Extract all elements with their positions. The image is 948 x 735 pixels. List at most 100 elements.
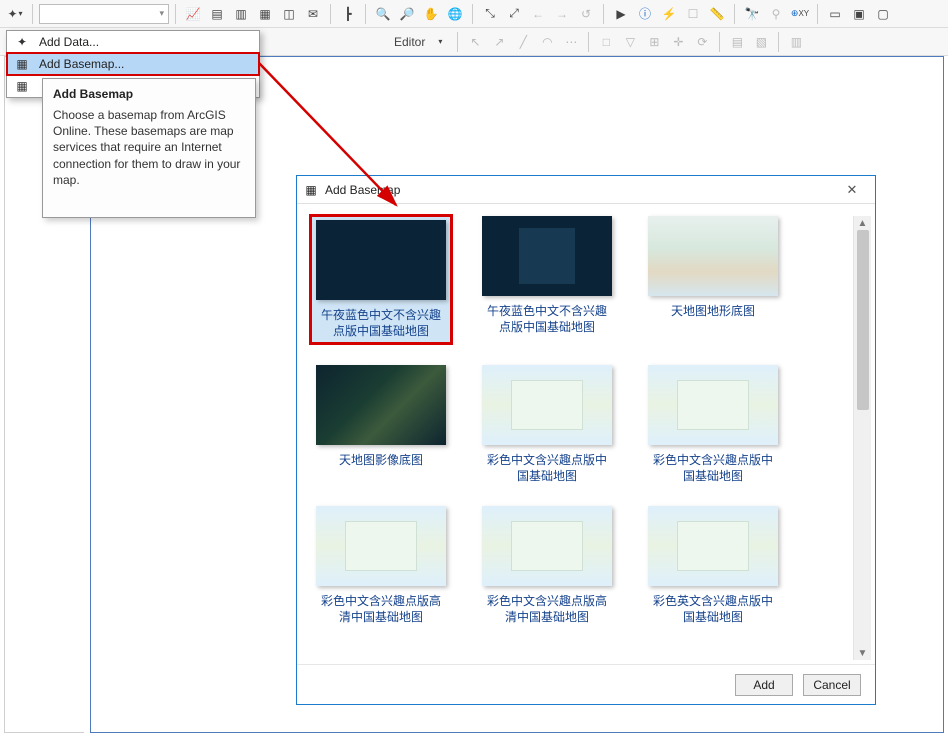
dialog-titlebar[interactable]: ▦ Add Basemap ✕ [297,176,875,204]
goto-xy-icon[interactable]: ⊕XY [789,3,811,25]
basemap-caption: 彩色中文含兴趣点版中国基础地图 [482,453,612,484]
back-extent-icon[interactable]: ← [527,3,549,25]
basemap-card[interactable]: 彩色中文含兴趣点版中国基础地图 [643,365,783,484]
basemap-caption: 午夜蓝色中文不含兴趣点版中国基础地图 [316,308,446,339]
basemap-caption: 天地图地形底图 [648,304,778,320]
basemap-caption: 午夜蓝色中文不含兴趣点版中国基础地图 [482,304,612,335]
toolbar-separator [603,4,604,24]
zoom-full-in-icon[interactable]: ⤡ [479,3,501,25]
editor-dropdown-icon[interactable]: ▾ [429,31,451,53]
scroll-up-icon[interactable]: ▲ [854,216,871,230]
basemap-card[interactable]: 天地图影像底图 [311,365,451,484]
find-route-icon[interactable]: ⚲ [765,3,787,25]
basemap-card[interactable]: 彩色英文含兴趣点版中国基础地图 [643,506,783,625]
cube-icon[interactable]: ◫ [278,3,300,25]
menu-item-label: Add Data... [39,35,99,49]
editor-label: Editor [394,35,425,49]
edit-trace-icon[interactable]: ▽ [619,31,641,53]
basemap-card[interactable]: 午夜蓝色中文不含兴趣点版中国基础地图 [477,216,617,343]
basemap-thumb-icon [648,506,778,586]
basemap-card[interactable]: 午夜蓝色中文不含兴趣点版中国基础地图 [311,216,451,343]
envelope-icon[interactable]: ✉ [302,3,324,25]
chart-icon[interactable]: 📈 [182,3,204,25]
plus-yellow-icon: ✦ [13,35,31,49]
basemap-grid-icon: ▦ [13,57,31,71]
toolbar-separator [175,4,176,24]
toolbar-row-1: ✦▾ ▾ 📈 ▤ ▥ ▦ ◫ ✉ ┣ 🔍 🔎 ✋ 🌐 ⤡ ⤢ ← → ↺ ▶ ⓘ… [0,0,948,28]
add-button[interactable]: Add [735,674,793,696]
basemap-card[interactable]: 彩色中文含兴趣点版中国基础地图 [477,365,617,484]
adddata-split-button[interactable]: ✦▾ [4,3,26,25]
toolbar-separator [588,32,589,52]
cancel-button[interactable]: Cancel [803,674,861,696]
window-new-icon[interactable]: ▣ [848,3,870,25]
edit-segment-icon[interactable]: ↗ [488,31,510,53]
select-arrow-icon[interactable]: ▶ [610,3,632,25]
zoom-in-icon[interactable]: 🔍 [372,3,394,25]
fwd-extent-icon[interactable]: → [551,3,573,25]
gallery-scrollbar[interactable]: ▲ ▼ [853,216,871,660]
basemap-caption: 彩色英文含兴趣点版中国基础地图 [648,594,778,625]
basemap-thumb-icon [316,220,446,300]
edit-sketch-icon[interactable]: ▧ [750,31,772,53]
basemap-thumb-icon [648,365,778,445]
basemap-card[interactable]: 天地图地形底图 [643,216,783,343]
basemap-thumb-icon [316,506,446,586]
toolbar-separator [734,4,735,24]
basemap-card[interactable]: 彩色中文含兴趣点版高清中国基础地图 [311,506,451,625]
basemap-card[interactable]: 彩色中文含兴趣点版高清中国基础地图 [477,506,617,625]
basemap-thumb-icon [482,506,612,586]
table-icon[interactable]: ▦ [254,3,276,25]
measure-icon[interactable]: 📏 [706,3,728,25]
menu-item-add-basemap[interactable]: ▦ Add Basemap... [7,53,259,75]
full-extent-icon[interactable]: 🌐 [444,3,466,25]
hyperlink-icon[interactable]: ⚡ [658,3,680,25]
edit-template-icon[interactable]: ▥ [785,31,807,53]
edit-midpoint-icon[interactable]: ⋯ [560,31,582,53]
graph-icon[interactable]: ┣ [337,3,359,25]
toolbar-separator [817,4,818,24]
edit-arc-icon[interactable]: ◠ [536,31,558,53]
edit-pointer-icon[interactable]: ↖ [464,31,486,53]
dialog-add-basemap: ▦ Add Basemap ✕ 午夜蓝色中文不含兴趣点版中国基础地图 午夜蓝色中… [296,175,876,705]
html-popup-icon[interactable]: ☐ [682,3,704,25]
find-icon[interactable]: 🔭 [741,3,763,25]
scale-combo[interactable]: ▾ [39,4,169,24]
basemap-grid-icon: ▦ [303,182,319,198]
basemap-caption: 彩色中文含兴趣点版高清中国基础地图 [316,594,446,625]
toolbar-separator [472,4,473,24]
menu-item-add-data[interactable]: ✦ Add Data... [7,31,259,53]
edit-vertex-icon[interactable]: ⊞ [643,31,665,53]
basemap-gallery: 午夜蓝色中文不含兴趣点版中国基础地图 午夜蓝色中文不含兴趣点版中国基础地图 天地… [311,216,853,660]
dashboard-icon[interactable]: ▤ [206,3,228,25]
scroll-down-icon[interactable]: ▼ [854,646,871,660]
basemap-caption: 彩色中文含兴趣点版中国基础地图 [648,453,778,484]
edit-rectangle-icon[interactable]: □ [595,31,617,53]
window-mag-icon[interactable]: ▢ [872,3,894,25]
tooltip-add-basemap: Add Basemap Choose a basemap from ArcGIS… [42,78,256,218]
edit-rotate-icon[interactable]: ⟳ [691,31,713,53]
pan-icon[interactable]: ✋ [420,3,442,25]
edit-line-icon[interactable]: ╱ [512,31,534,53]
toolbar-separator [778,32,779,52]
basemap-thumb-icon [316,365,446,445]
toolbar-separator [719,32,720,52]
close-button[interactable]: ✕ [835,179,869,201]
dialog-title: Add Basemap [325,183,400,197]
edit-attr-icon[interactable]: ▤ [726,31,748,53]
basemap-thumb-icon [648,216,778,296]
tooltip-body: Choose a basemap from ArcGIS Online. The… [53,107,245,188]
zoom-out-icon[interactable]: 🔎 [396,3,418,25]
dialog-body: 午夜蓝色中文不含兴趣点版中国基础地图 午夜蓝色中文不含兴趣点版中国基础地图 天地… [297,204,875,664]
time-slider-icon[interactable]: ▭ [824,3,846,25]
basemap-grid-icon: ▦ [13,79,31,93]
layers-icon[interactable]: ▥ [230,3,252,25]
scroll-thumb[interactable] [857,230,869,410]
menu-item-label: Add Basemap... [39,57,124,71]
undo-extent-icon[interactable]: ↺ [575,3,597,25]
edit-snap-icon[interactable]: ✛ [667,31,689,53]
zoom-full-out-icon[interactable]: ⤢ [503,3,525,25]
basemap-caption: 天地图影像底图 [316,453,446,469]
identify-icon[interactable]: ⓘ [634,3,656,25]
basemap-thumb-icon [482,216,612,296]
